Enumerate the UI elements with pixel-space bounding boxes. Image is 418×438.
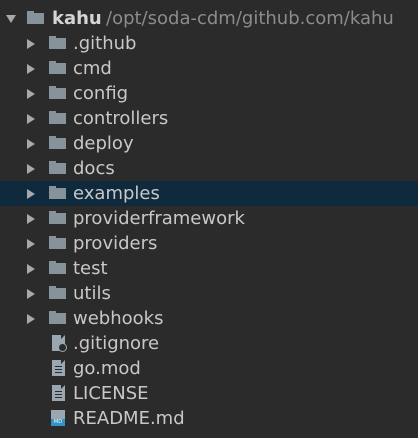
tree-item-readme[interactable]: MD README.md	[0, 406, 418, 431]
folder-label: utils	[73, 283, 111, 304]
chevron-right-icon[interactable]	[27, 89, 35, 99]
folder-icon	[49, 161, 66, 174]
chevron-right-icon[interactable]	[27, 139, 35, 149]
folder-icon	[49, 136, 66, 149]
folder-icon	[49, 36, 66, 49]
project-tree: kahu /opt/soda-cdm/github.com/kahu .gith…	[0, 6, 418, 431]
folder-icon	[49, 286, 66, 299]
tree-item-utils[interactable]: utils	[0, 281, 418, 306]
tree-item-license[interactable]: LICENSE	[0, 381, 418, 406]
file-label: .gitignore	[73, 333, 160, 354]
chevron-right-icon[interactable]	[27, 314, 35, 324]
tree-item-cmd[interactable]: cmd	[0, 56, 418, 81]
chevron-right-icon[interactable]	[27, 289, 35, 299]
chevron-down-icon[interactable]	[6, 15, 16, 23]
text-file-icon	[52, 360, 65, 376]
folder-label: cmd	[73, 58, 112, 79]
text-file-icon	[52, 385, 65, 401]
chevron-right-icon[interactable]	[27, 164, 35, 174]
folder-label: config	[73, 83, 129, 104]
root-folder-name: kahu	[52, 8, 102, 29]
folder-icon	[49, 211, 66, 224]
markdown-file-icon: MD	[51, 410, 65, 426]
chevron-right-icon[interactable]	[27, 189, 35, 199]
tree-item-go-mod[interactable]: go.mod	[0, 356, 418, 381]
folder-label: examples	[73, 183, 160, 204]
folder-icon	[49, 86, 66, 99]
tree-item-deploy[interactable]: deploy	[0, 131, 418, 156]
folder-label: webhooks	[73, 308, 164, 329]
chevron-right-icon[interactable]	[27, 64, 35, 74]
tree-item-examples[interactable]: examples	[0, 181, 418, 206]
chevron-right-icon[interactable]	[27, 214, 35, 224]
root-folder-path: /opt/soda-cdm/github.com/kahu	[106, 8, 394, 29]
tree-item-github[interactable]: .github	[0, 31, 418, 56]
folder-label: .github	[73, 33, 137, 54]
tree-item-gitignore[interactable]: .gitignore	[0, 331, 418, 356]
file-label: LICENSE	[73, 383, 149, 404]
tree-item-test[interactable]: test	[0, 256, 418, 281]
folder-label: deploy	[73, 133, 134, 154]
file-label: README.md	[73, 408, 185, 429]
folder-icon	[49, 186, 66, 199]
tree-root-kahu[interactable]: kahu /opt/soda-cdm/github.com/kahu	[0, 6, 418, 31]
folder-icon	[27, 11, 44, 24]
folder-icon	[49, 61, 66, 74]
folder-label: docs	[73, 158, 115, 179]
gitignore-file-icon	[52, 335, 67, 352]
folder-icon	[49, 236, 66, 249]
chevron-right-icon[interactable]	[27, 39, 35, 49]
tree-item-webhooks[interactable]: webhooks	[0, 306, 418, 331]
tree-item-providerframework[interactable]: providerframework	[0, 206, 418, 231]
tree-item-controllers[interactable]: controllers	[0, 106, 418, 131]
chevron-right-icon[interactable]	[27, 114, 35, 124]
file-label: go.mod	[73, 358, 141, 379]
folder-label: providers	[73, 233, 158, 254]
folder-icon	[49, 311, 66, 324]
chevron-right-icon[interactable]	[27, 264, 35, 274]
folder-label: test	[73, 258, 108, 279]
tree-item-docs[interactable]: docs	[0, 156, 418, 181]
chevron-right-icon[interactable]	[27, 239, 35, 249]
folder-icon	[49, 261, 66, 274]
folder-icon	[49, 111, 66, 124]
tree-item-config[interactable]: config	[0, 81, 418, 106]
folder-label: providerframework	[73, 208, 245, 229]
tree-item-providers[interactable]: providers	[0, 231, 418, 256]
folder-label: controllers	[73, 108, 169, 129]
